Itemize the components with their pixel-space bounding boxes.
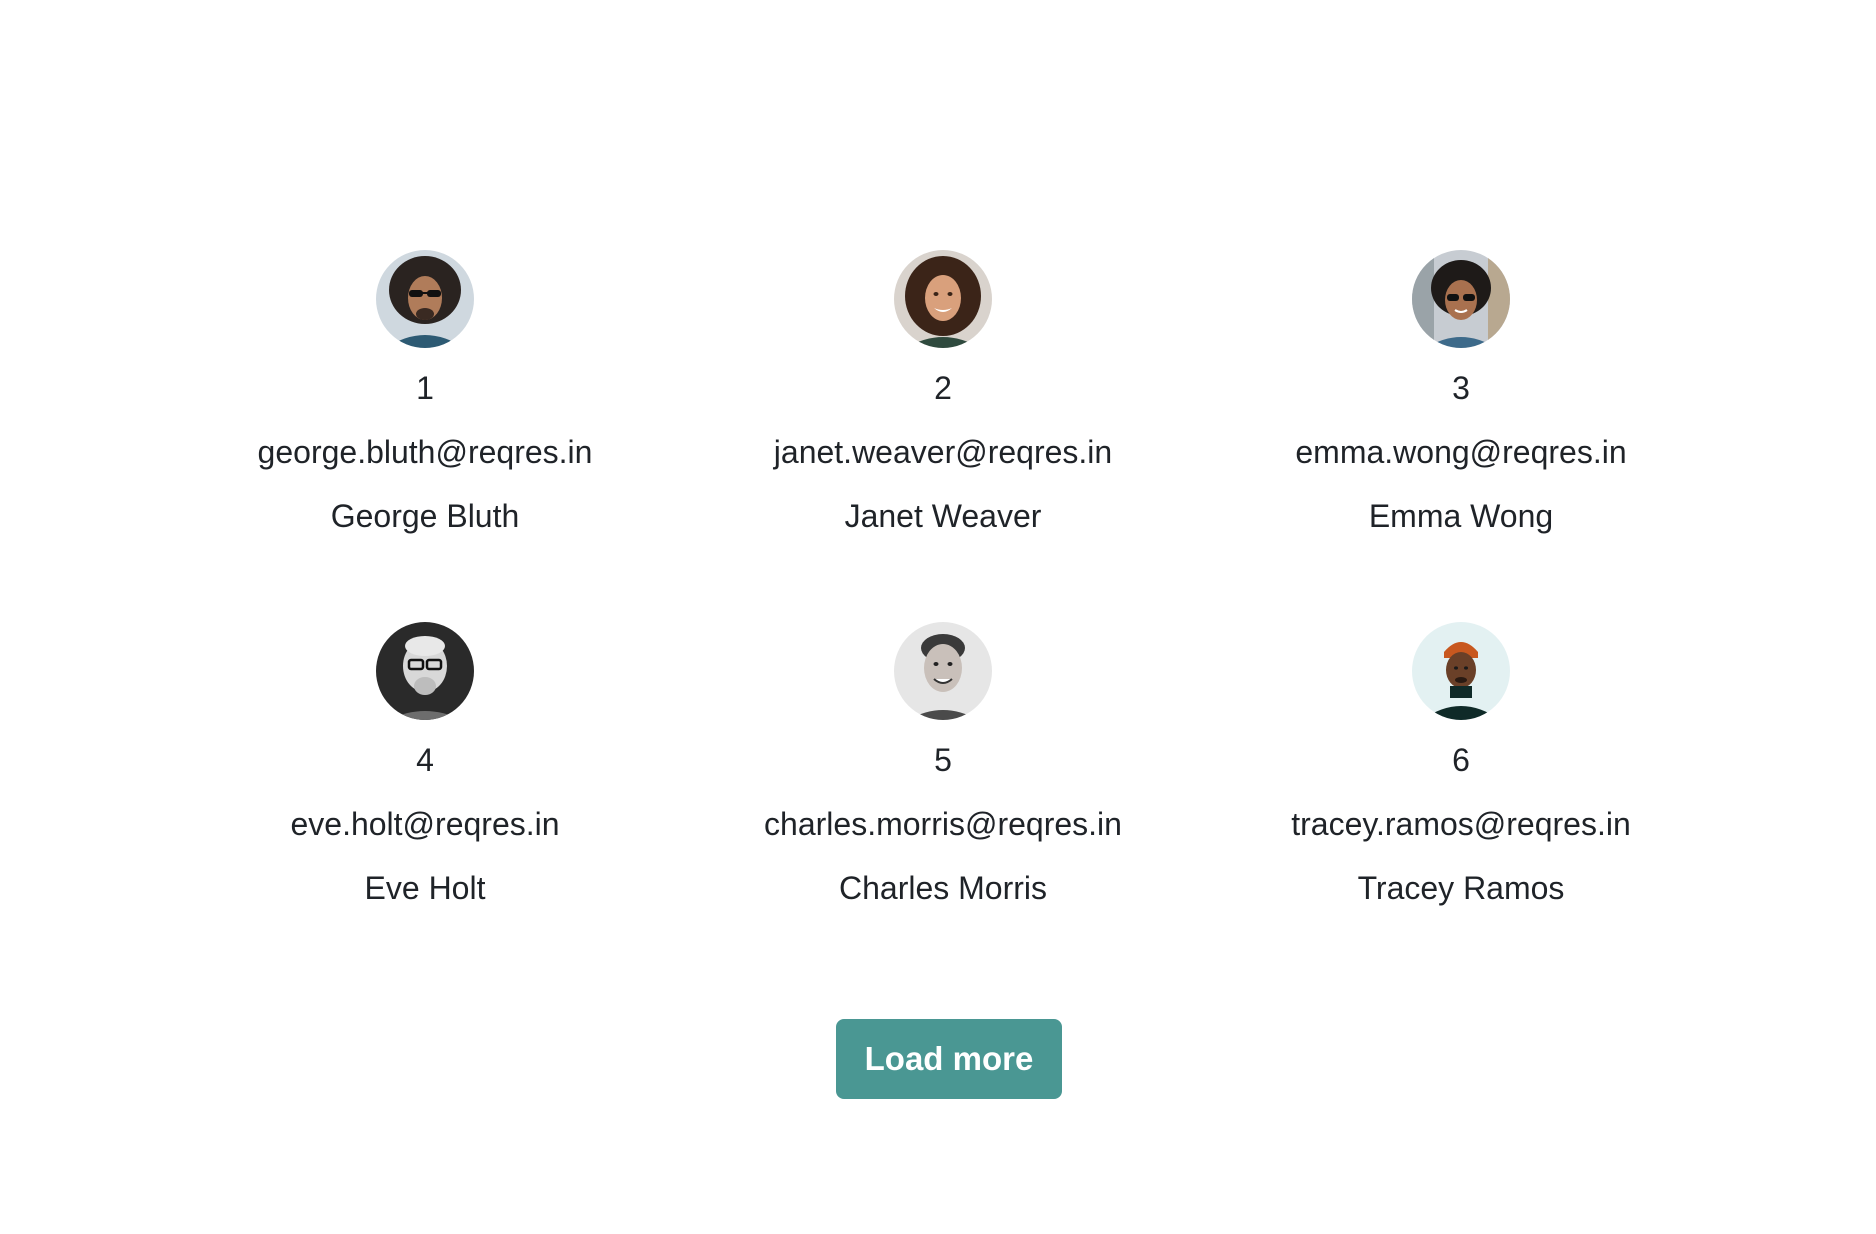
charles-avatar-icon: [894, 622, 992, 720]
user-email: charles.morris@reqres.in: [764, 806, 1122, 842]
user-email: emma.wong@reqres.in: [1295, 434, 1627, 470]
avatar: [1412, 622, 1510, 720]
user-id: 3: [1452, 370, 1470, 406]
user-name: Janet Weaver: [844, 498, 1042, 534]
user-id: 4: [416, 742, 434, 778]
avatar: [376, 622, 474, 720]
user-card: 4 eve.holt@reqres.in Eve Holt: [165, 622, 685, 908]
avatar: [894, 250, 992, 348]
user-email: janet.weaver@reqres.in: [773, 434, 1113, 470]
user-name: Charles Morris: [838, 870, 1048, 906]
load-more-button[interactable]: Load more: [836, 1019, 1062, 1099]
user-email: tracey.ramos@reqres.in: [1291, 806, 1631, 842]
janet-avatar-icon: [894, 250, 992, 348]
user-card: 5 charles.morris@reqres.in Charles Morri…: [683, 622, 1203, 908]
user-id: 5: [934, 742, 952, 778]
avatar: [894, 622, 992, 720]
user-email: eve.holt@reqres.in: [290, 806, 560, 842]
user-name: Tracey Ramos: [1357, 870, 1565, 906]
avatar: [376, 250, 474, 348]
user-name: Eve Holt: [364, 870, 486, 906]
user-name: Emma Wong: [1368, 498, 1554, 534]
user-id: 1: [416, 370, 434, 406]
user-card: 1 george.bluth@reqres.in George Bluth: [165, 250, 685, 536]
avatar: [1412, 250, 1510, 348]
george-avatar-icon: [376, 250, 474, 348]
user-name: George Bluth: [330, 498, 520, 534]
user-card: 2 janet.weaver@reqres.in Janet Weaver: [683, 250, 1203, 536]
user-card: 6 tracey.ramos@reqres.in Tracey Ramos: [1201, 622, 1721, 908]
eve-avatar-icon: [376, 622, 474, 720]
emma-avatar-icon: [1412, 250, 1510, 348]
user-email: george.bluth@reqres.in: [257, 434, 593, 470]
tracey-avatar-icon: [1412, 622, 1510, 720]
user-card: 3 emma.wong@reqres.in Emma Wong: [1201, 250, 1721, 536]
user-id: 2: [934, 370, 952, 406]
user-id: 6: [1452, 742, 1470, 778]
